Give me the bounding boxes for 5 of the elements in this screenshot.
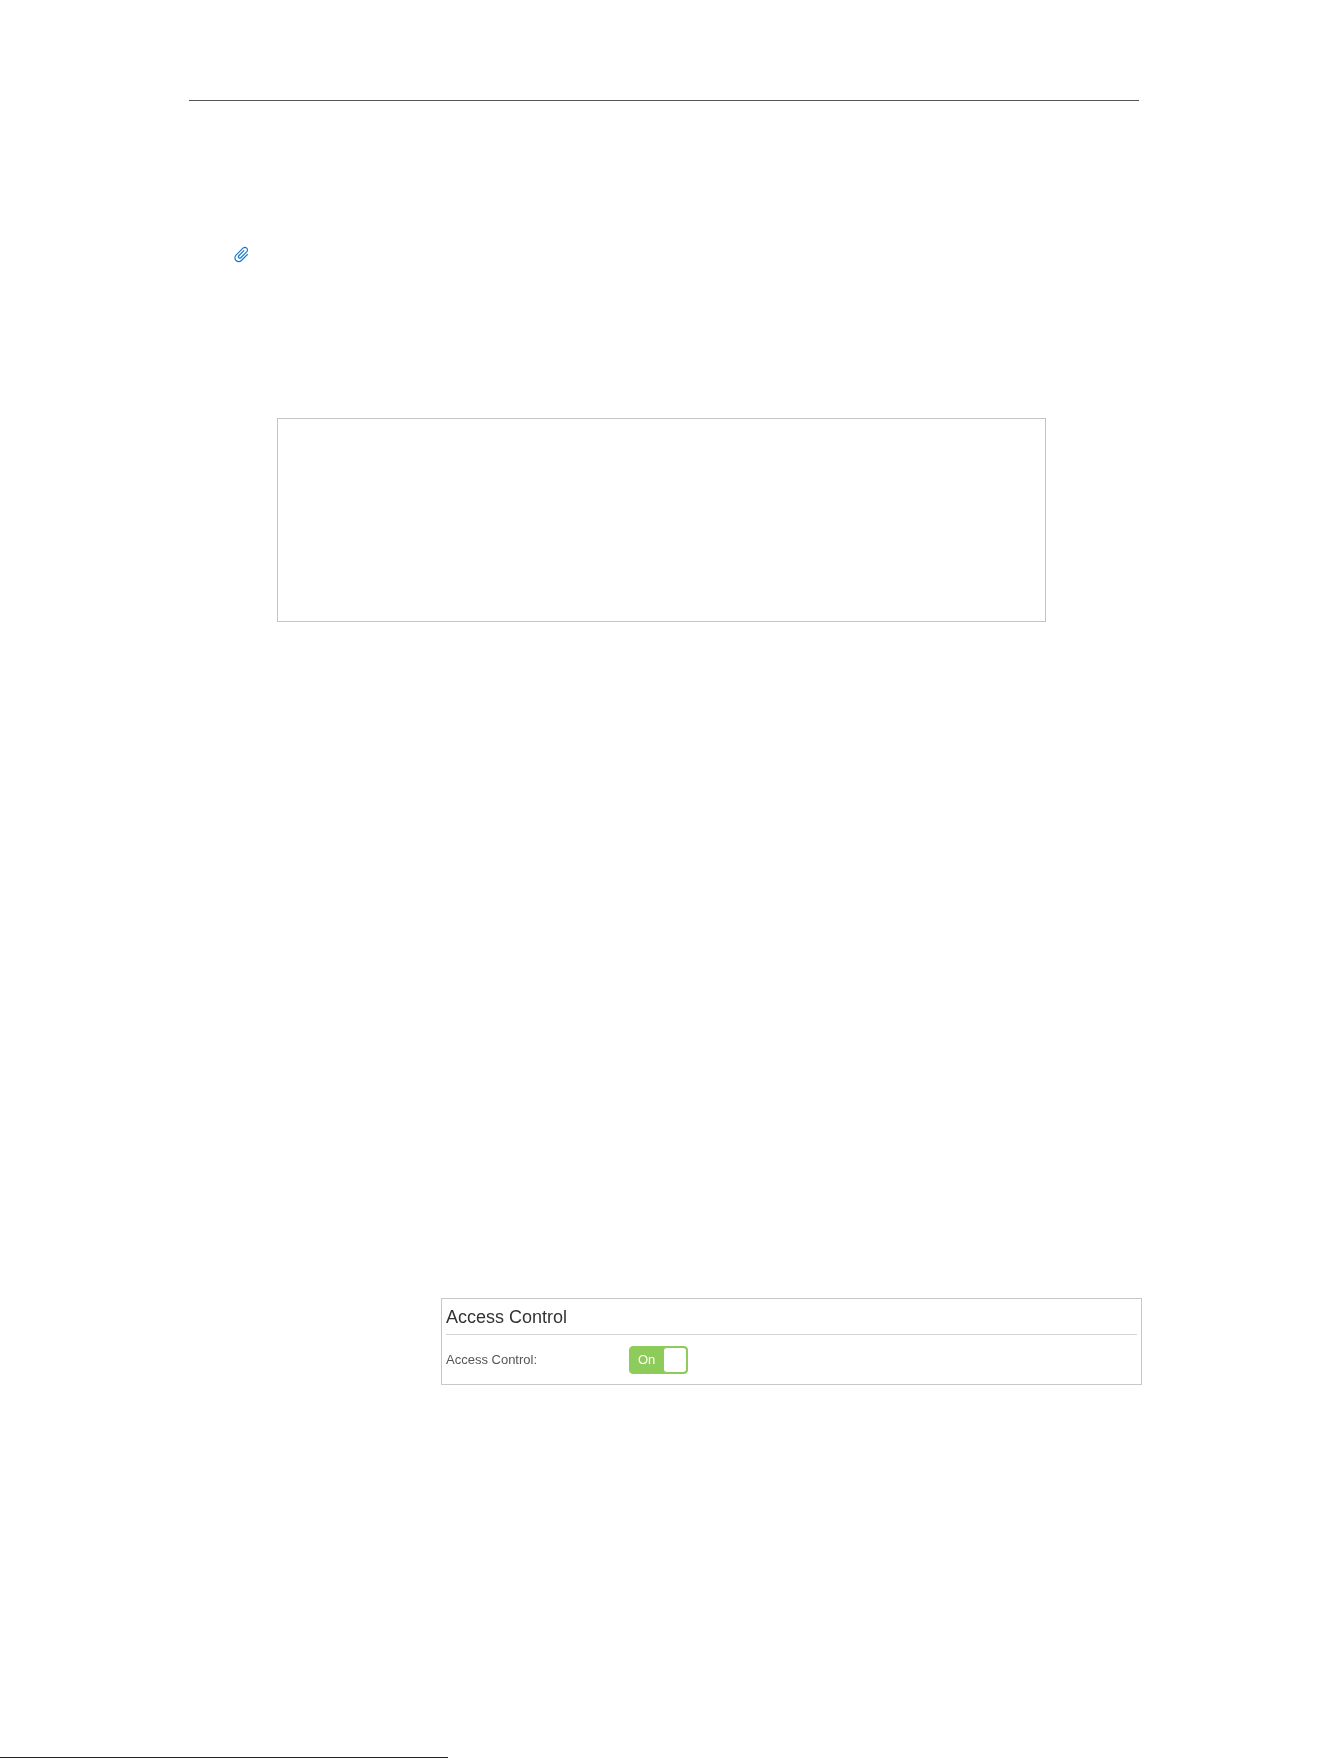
toggle-switch[interactable]: On — [629, 1345, 688, 1374]
paperclip-icon — [233, 246, 250, 263]
toggle-knob — [664, 1347, 686, 1372]
panel-title: Access Control — [446, 1307, 568, 1326]
setting-label: Access Control: — [446, 1353, 539, 1366]
